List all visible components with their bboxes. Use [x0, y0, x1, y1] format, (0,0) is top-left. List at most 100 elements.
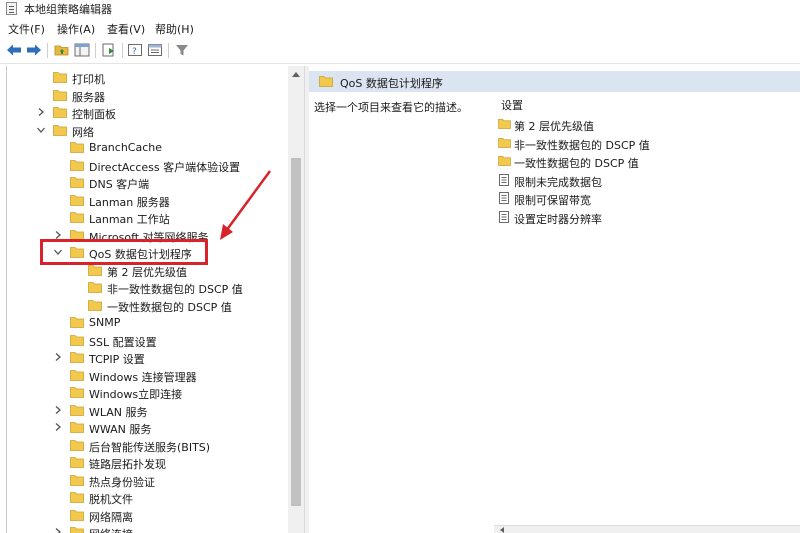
- scrollbar-thumb[interactable]: [291, 158, 301, 506]
- tree-item[interactable]: Windows立即连接: [70, 384, 304, 401]
- folder-icon: [70, 386, 84, 398]
- chevron-right-icon[interactable]: [36, 107, 46, 117]
- tree-item-label: Windows 连接管理器: [89, 370, 197, 384]
- tree-item[interactable]: 控制面板: [38, 104, 304, 121]
- tree-item[interactable]: 热点身份验证: [70, 472, 304, 489]
- tree-item-label: SSL 配置设置: [89, 335, 157, 349]
- tree-item-label: 热点身份验证: [89, 475, 155, 489]
- svg-text:?: ?: [132, 47, 137, 57]
- tree-item[interactable]: BranchCache: [70, 139, 304, 156]
- tree-item[interactable]: SSL 配置设置: [70, 332, 304, 349]
- folder-icon: [88, 299, 102, 311]
- tree-item[interactable]: Lanman 工作站: [70, 209, 304, 226]
- folder-icon: [70, 491, 84, 503]
- folder-icon: [88, 281, 102, 293]
- details-horizontal-scrollbar[interactable]: [494, 525, 800, 533]
- tree-item[interactable]: 网络隔离: [70, 507, 304, 524]
- chevron-right-icon[interactable]: [53, 405, 63, 415]
- scroll-up-arrow-icon[interactable]: [292, 72, 300, 77]
- tree-item-label: Windows立即连接: [89, 388, 183, 401]
- tree-item[interactable]: DirectAccess 客户端体验设置: [70, 157, 304, 174]
- policy-setting-icon: [498, 210, 510, 223]
- folder-icon: [70, 404, 84, 416]
- properties-icon[interactable]: [147, 42, 163, 58]
- console-tree[interactable]: 打印机 服务器 控制面板 网络 BranchCache DirectAccess 客户端体…: [6, 66, 304, 533]
- folder-icon: [70, 351, 84, 363]
- app-icon: [6, 2, 17, 15]
- setting-item-label: 一致性数据包的 DSCP 值: [514, 157, 639, 170]
- filter-icon[interactable]: [174, 42, 190, 58]
- menu-action[interactable]: 操作(A): [57, 21, 95, 37]
- setting-item-label: 设置定时器分辨率: [514, 212, 602, 226]
- setting-item[interactable]: 设置定时器分辨率: [498, 209, 778, 226]
- tree-item-label: SNMP: [89, 316, 121, 329]
- tree-item[interactable]: 非一致性数据包的 DSCP 值: [88, 279, 304, 296]
- tree-item[interactable]: 打印机: [53, 69, 304, 86]
- tree-item[interactable]: 脱机文件: [70, 489, 304, 506]
- setting-item[interactable]: 限制可保留带宽: [498, 190, 778, 207]
- up-folder-icon[interactable]: [54, 42, 70, 58]
- show-hide-tree-icon[interactable]: [74, 42, 90, 58]
- folder-icon: [70, 159, 84, 171]
- folder-icon: [70, 439, 84, 451]
- tree-vertical-scrollbar[interactable]: [288, 66, 304, 533]
- tree-item[interactable]: 网络: [37, 122, 304, 139]
- tree-item[interactable]: 后台智能传送服务(BITS): [70, 437, 304, 454]
- tree-item[interactable]: SNMP: [70, 314, 304, 331]
- menu-help[interactable]: 帮助(H): [155, 21, 194, 37]
- setting-item-label: 第 2 层优先级值: [514, 120, 594, 133]
- tree-item-label: 网络连接: [89, 526, 133, 533]
- tree-item[interactable]: Windows 连接管理器: [70, 367, 304, 384]
- title-bar: 本地组策略编辑器: [0, 0, 800, 18]
- tree-item-label: 网络隔离: [89, 510, 133, 524]
- back-icon[interactable]: [6, 42, 22, 58]
- details-header: QoS 数据包计划程序: [309, 71, 800, 92]
- folder-icon: [88, 264, 102, 276]
- forward-icon[interactable]: [26, 42, 42, 58]
- export-list-icon[interactable]: [101, 42, 117, 58]
- folder-icon: [70, 334, 84, 346]
- setting-item[interactable]: 非一致性数据包的 DSCP 值: [498, 135, 778, 152]
- tree-item[interactable]: TCPIP 设置: [55, 349, 304, 366]
- chevron-down-icon[interactable]: [36, 125, 46, 135]
- tree-item[interactable]: Lanman 服务器: [70, 192, 304, 209]
- pane-splitter[interactable]: [304, 66, 309, 533]
- scroll-left-arrow-icon[interactable]: [500, 527, 504, 533]
- tree-item-label: WWAN 服务: [89, 423, 152, 436]
- tree-item-label: 链路层拓扑发现: [89, 458, 166, 471]
- tree-item-label: BranchCache: [89, 141, 163, 154]
- help-icon[interactable]: ?: [127, 42, 143, 58]
- tree-item[interactable]: DNS 客户端: [70, 174, 304, 191]
- menu-view[interactable]: 查看(V): [107, 21, 145, 37]
- setting-item[interactable]: 一致性数据包的 DSCP 值: [498, 153, 778, 170]
- chevron-right-icon[interactable]: [53, 230, 63, 240]
- folder-icon: [53, 89, 67, 101]
- folder-icon: [70, 369, 84, 381]
- folder-icon: [70, 316, 84, 328]
- chevron-right-icon[interactable]: [53, 527, 63, 533]
- tree-item-label: Lanman 服务器: [89, 195, 170, 209]
- tree-item[interactable]: 一致性数据包的 DSCP 值: [88, 297, 304, 314]
- tree-item-label: WLAN 服务: [89, 405, 148, 419]
- toolbar-separator: [122, 43, 123, 58]
- settings-column-header[interactable]: 设置: [501, 97, 523, 113]
- chevron-right-icon[interactable]: [53, 352, 63, 362]
- tree-item-label: 非一致性数据包的 DSCP 值: [107, 283, 243, 296]
- folder-icon: [498, 118, 511, 130]
- tree-item[interactable]: WLAN 服务: [55, 402, 304, 419]
- menu-file[interactable]: 文件(F): [8, 21, 45, 37]
- tree-item-label: TCPIP 设置: [89, 353, 145, 366]
- annotation-highlight-box: [40, 239, 208, 265]
- folder-icon: [70, 526, 84, 533]
- tree-item[interactable]: WWAN 服务: [55, 419, 304, 436]
- folder-icon: [53, 106, 67, 118]
- chevron-right-icon[interactable]: [53, 422, 63, 432]
- tree-item[interactable]: 链路层拓扑发现: [70, 454, 304, 471]
- setting-item[interactable]: 限制未完成数据包: [498, 172, 778, 189]
- setting-item[interactable]: 第 2 层优先级值: [498, 116, 778, 133]
- tree-item[interactable]: 网络连接: [55, 524, 304, 533]
- folder-icon: [53, 124, 67, 136]
- tree-item[interactable]: 服务器: [53, 87, 304, 104]
- description-text: 选择一个项目来查看它的描述。: [314, 101, 468, 114]
- details-header-title: QoS 数据包计划程序: [340, 77, 443, 90]
